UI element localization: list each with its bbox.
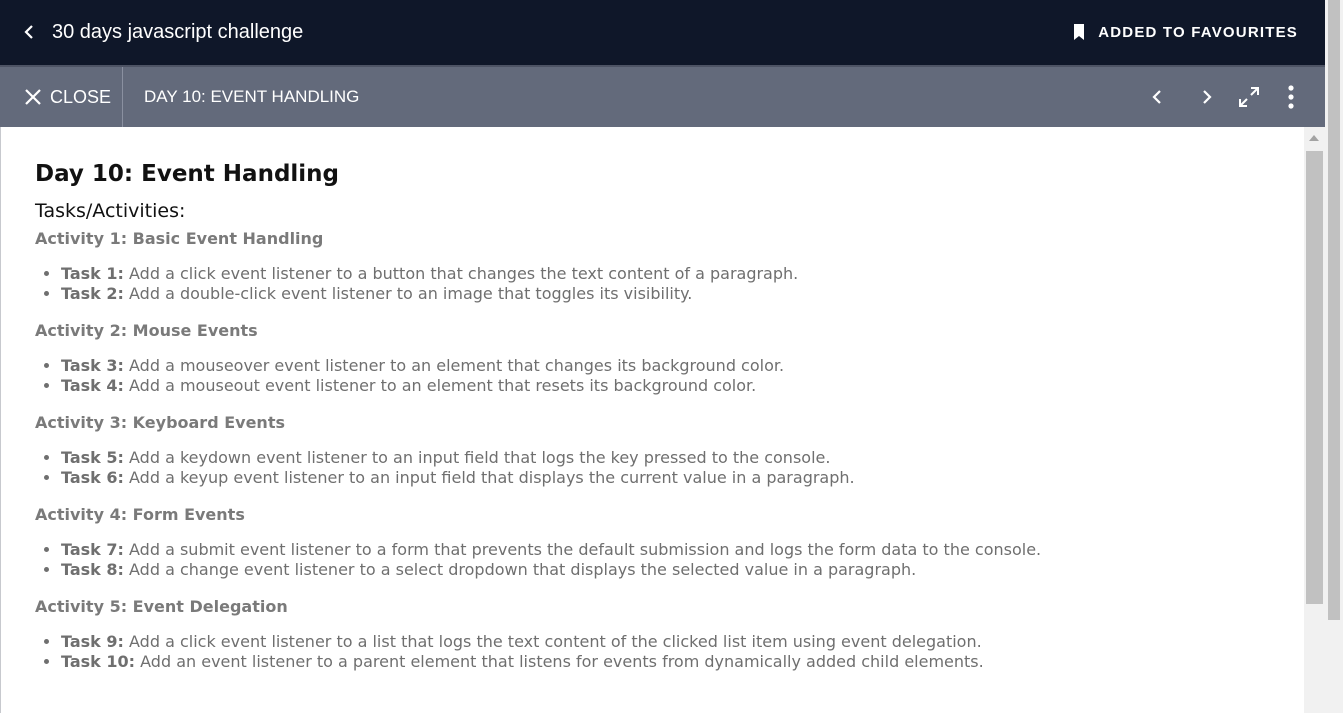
bookmark-icon — [1074, 24, 1085, 40]
lesson-heading: Day 10: Event Handling — [35, 161, 340, 187]
task-text: Add a mouseout event listener to an elem… — [123, 376, 757, 395]
previous-lesson-button[interactable] — [1143, 83, 1171, 111]
content-scrollbar[interactable] — [1304, 127, 1325, 713]
tasks-heading: Tasks/Activities: — [35, 200, 186, 222]
task-text: Add a double-click event listener to an … — [123, 284, 693, 303]
activity-heading: Activity 3: Keyboard Events — [35, 413, 285, 432]
task-text: Add an event listener to a parent elemen… — [135, 652, 984, 671]
task-label: Task 10: — [61, 652, 136, 671]
page-scrollbar[interactable] — [1325, 0, 1343, 713]
list-item: Task 9: Add a click event listener to a … — [61, 632, 1294, 652]
task-text: Add a mouseover event listener to an ele… — [123, 356, 785, 375]
chevron-left-icon — [1152, 90, 1161, 104]
task-text: Add a click event listener to a list tha… — [123, 632, 982, 651]
task-text: Add a click event listener to a button t… — [123, 264, 799, 283]
task-text: Add a submit event listener to a form th… — [123, 540, 1042, 559]
list-item: Task 1: Add a click event listener to a … — [61, 264, 1294, 284]
list-item: Task 5: Add a keydown event listener to … — [61, 448, 1294, 468]
task-label: Task 1: — [61, 264, 124, 283]
task-label: Task 2: — [61, 284, 124, 303]
more-vertical-icon — [1288, 85, 1294, 109]
task-label: Task 9: — [61, 632, 124, 651]
expand-icon — [1239, 87, 1259, 107]
task-list: Task 9: Add a click event listener to a … — [35, 632, 1294, 672]
added-to-favourites-button[interactable]: ADDED TO FAVOURITES — [1072, 20, 1298, 44]
course-title: 30 days javascript challenge — [52, 21, 304, 43]
close-label: CLOSE — [50, 86, 112, 107]
task-label: Task 6: — [61, 468, 124, 487]
activity-heading: Activity 2: Mouse Events — [35, 321, 258, 340]
list-item: Task 8: Add a change event listener to a… — [61, 560, 1294, 580]
task-text: Add a keyup event listener to an input f… — [123, 468, 855, 487]
activity-heading: Activity 1: Basic Event Handling — [35, 229, 324, 248]
close-button[interactable]: CLOSE — [0, 67, 123, 127]
task-label: Task 3: — [61, 356, 124, 375]
task-label: Task 8: — [61, 560, 124, 579]
task-list: Task 1: Add a click event listener to a … — [35, 264, 1294, 304]
scroll-thumb[interactable] — [1306, 151, 1323, 604]
lesson-title: DAY 10: EVENT HANDLING — [144, 87, 360, 106]
top-header-bar: 30 days javascript challenge ADDED TO FA… — [0, 0, 1325, 65]
task-list: Task 7: Add a submit event listener to a… — [35, 540, 1294, 580]
task-text: Add a keydown event listener to an input… — [123, 448, 831, 467]
activity-heading: Activity 4: Form Events — [35, 505, 245, 524]
task-list: Task 3: Add a mouseover event listener t… — [35, 356, 1294, 396]
back-button[interactable] — [18, 20, 40, 44]
task-label: Task 7: — [61, 540, 124, 559]
list-item: Task 7: Add a submit event listener to a… — [61, 540, 1294, 560]
scroll-up-arrow[interactable] — [1309, 135, 1319, 141]
list-item: Task 6: Add a keyup event listener to an… — [61, 468, 1294, 488]
task-label: Task 4: — [61, 376, 124, 395]
list-item: Task 3: Add a mouseover event listener t… — [61, 356, 1294, 376]
more-options-button[interactable] — [1277, 83, 1305, 111]
task-text: Add a change event listener to a select … — [123, 560, 917, 579]
chevron-right-icon — [1203, 90, 1212, 104]
list-item: Task 4: Add a mouseout event listener to… — [61, 376, 1294, 396]
lesson-content: Day 10: Event Handling Tasks/Activities:… — [35, 157, 1294, 688]
activity-heading: Activity 5: Event Delegation — [35, 597, 288, 616]
fullscreen-button[interactable] — [1235, 83, 1263, 111]
next-lesson-button[interactable] — [1193, 83, 1221, 111]
close-icon — [25, 89, 41, 105]
chevron-left-icon — [24, 25, 33, 39]
list-item: Task 10: Add an event listener to a pare… — [61, 652, 1294, 672]
favourite-label: ADDED TO FAVOURITES — [1098, 23, 1298, 41]
task-label: Task 5: — [61, 448, 124, 467]
list-item: Task 2: Add a double-click event listene… — [61, 284, 1294, 304]
lesson-content-frame: Day 10: Event Handling Tasks/Activities:… — [0, 127, 1304, 713]
page-scroll-thumb[interactable] — [1328, 0, 1340, 620]
task-list: Task 5: Add a keydown event listener to … — [35, 448, 1294, 488]
lesson-toolbar: CLOSE DAY 10: EVENT HANDLING — [0, 65, 1325, 127]
